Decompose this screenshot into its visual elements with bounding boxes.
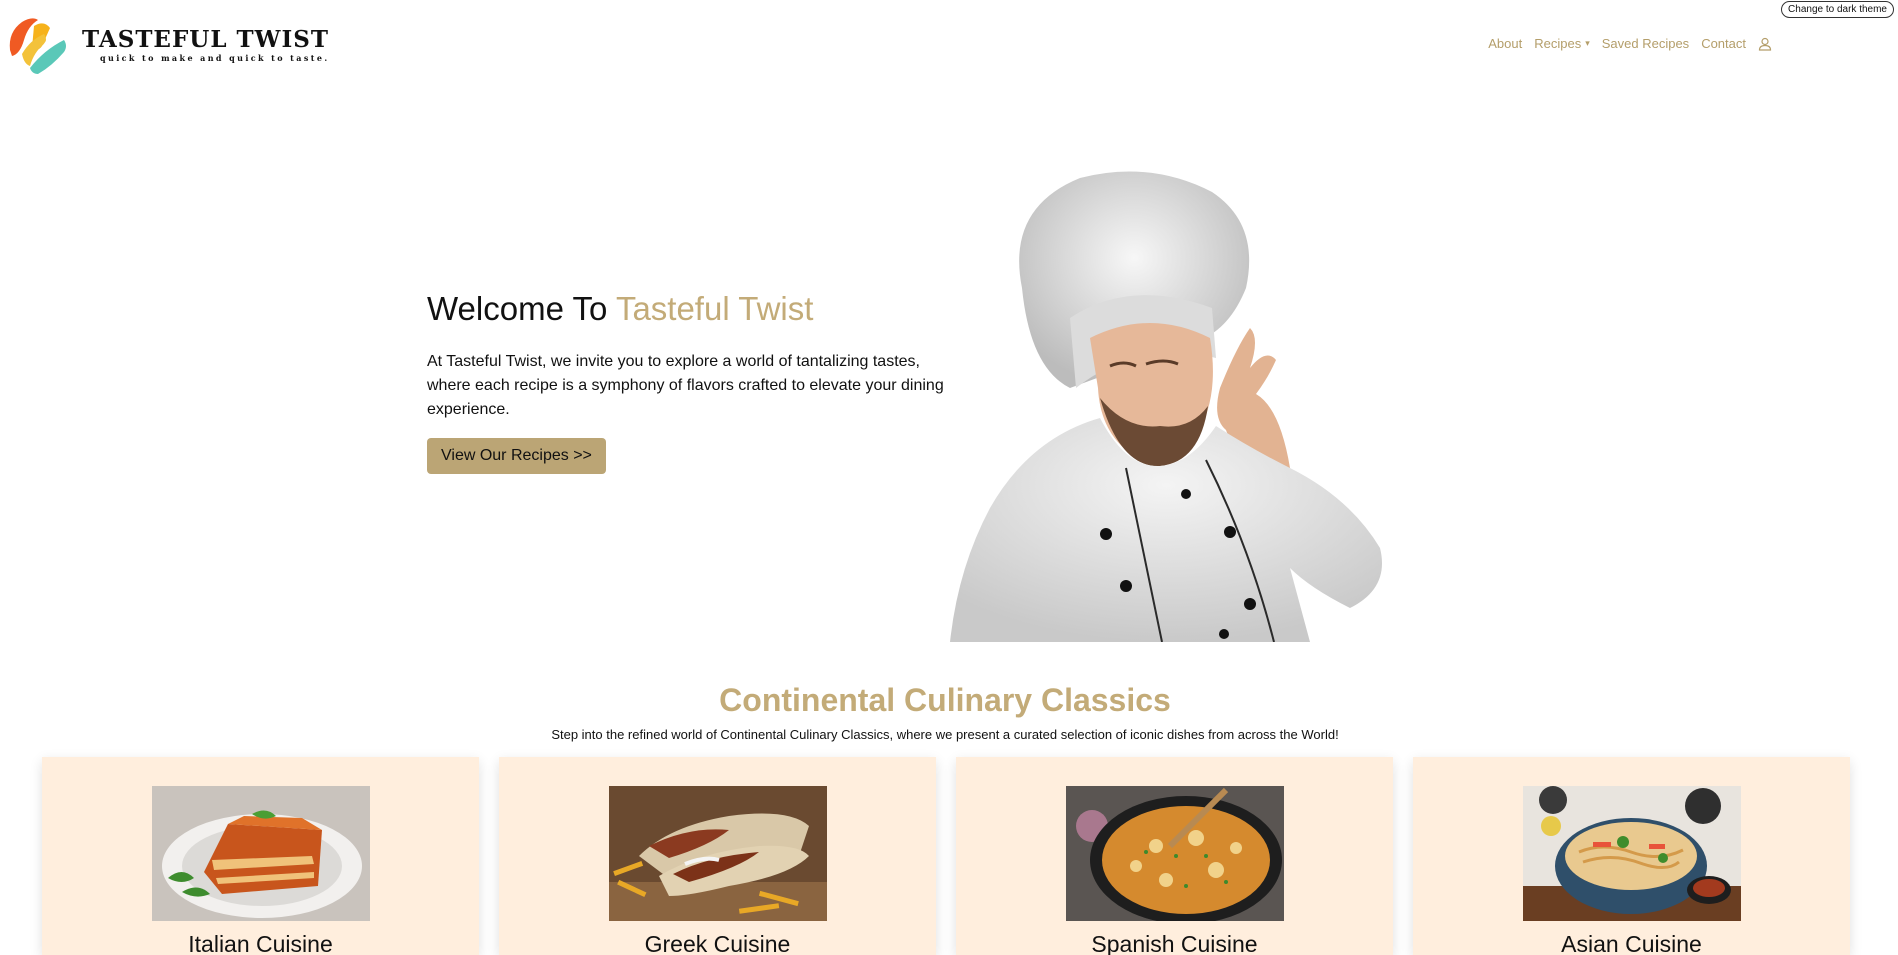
logo-icon [9, 18, 66, 74]
gyro-wraps-image [609, 786, 827, 921]
hero-section: Welcome To Tasteful Twist At Tasteful Tw… [0, 80, 1898, 642]
nav-link-recipes[interactable]: Recipes ▾ [1534, 36, 1590, 51]
hero-title: Welcome To Tasteful Twist [427, 290, 814, 327]
brand-name: TASTEFUL TWIST [82, 25, 329, 53]
view-recipes-button[interactable]: View Our Recipes >> [427, 438, 606, 474]
cuisine-card-title: Spanish Cuisine [1091, 931, 1258, 955]
paella-image [1066, 786, 1284, 921]
cuisine-card-title: Greek Cuisine [644, 931, 791, 955]
user-icon [1758, 37, 1772, 51]
cuisine-card-italian[interactable]: Italian Cuisine [42, 757, 479, 955]
chef-image [950, 171, 1382, 642]
cuisine-card-title: Italian Cuisine [188, 931, 333, 955]
section-subtitle: Step into the refined world of Continent… [551, 727, 1339, 742]
site-header: TASTEFUL TWIST quick to make and quick t… [0, 0, 1898, 80]
cuisine-cards: Italian Cuisine Greek Cuisine Spanish Cu… [42, 757, 1850, 955]
user-account-link[interactable] [1758, 37, 1772, 51]
lasagna-image [152, 786, 370, 921]
nav-link-contact[interactable]: Contact [1701, 36, 1746, 51]
hero-text: Welcome To Tasteful Twist At Tasteful Tw… [427, 290, 957, 474]
nav-link-about[interactable]: About [1488, 36, 1522, 51]
noodle-bowl-image [1523, 786, 1741, 921]
section-title: Continental Culinary Classics [719, 682, 1171, 718]
cuisine-card-greek[interactable]: Greek Cuisine [499, 757, 936, 955]
main-nav: About Recipes ▾ Saved Recipes Contact [1488, 36, 1772, 51]
cuisine-card-title: Asian Cuisine [1561, 931, 1702, 955]
chevron-down-icon: ▾ [1585, 38, 1590, 48]
cuisine-card-asian[interactable]: Asian Cuisine [1413, 757, 1850, 955]
brand-logo[interactable]: TASTEFUL TWIST quick to make and quick t… [4, 10, 330, 78]
brand-tagline: quick to make and quick to taste. [100, 52, 330, 63]
nav-link-saved-recipes[interactable]: Saved Recipes [1602, 36, 1689, 51]
cuisine-card-spanish[interactable]: Spanish Cuisine [956, 757, 1393, 955]
hero-description: At Tasteful Twist, we invite you to expl… [427, 353, 944, 418]
